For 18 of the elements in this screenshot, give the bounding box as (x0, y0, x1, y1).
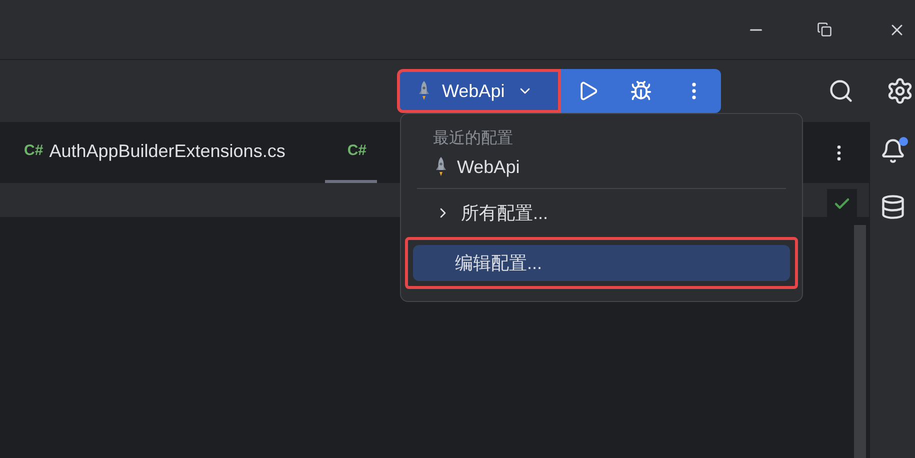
edit-configurations-item[interactable]: 编辑配置... (413, 245, 790, 281)
database-icon[interactable] (880, 194, 906, 220)
all-configurations-item[interactable]: 所有配置... (413, 195, 790, 231)
restore-icon[interactable] (817, 22, 832, 37)
csharp-label: C# (24, 141, 44, 162)
notifications-icon[interactable] (880, 138, 906, 164)
csharp-label: C# (347, 141, 367, 162)
editor-tab[interactable]: C# AuthAppBuilderExtensions.cs (0, 123, 326, 183)
configuration-item[interactable]: WebApi (413, 152, 790, 182)
settings-icon[interactable] (886, 77, 914, 105)
scrollbar[interactable] (854, 225, 866, 458)
run-configuration-button[interactable]: WebApi (397, 69, 561, 113)
popup-header: 最近的配置 (432, 128, 514, 149)
search-icon[interactable] (828, 78, 854, 104)
inspection-status[interactable] (827, 189, 857, 219)
debug-icon[interactable] (630, 80, 652, 102)
rocket-icon (418, 80, 430, 102)
rocket-icon (435, 156, 447, 178)
